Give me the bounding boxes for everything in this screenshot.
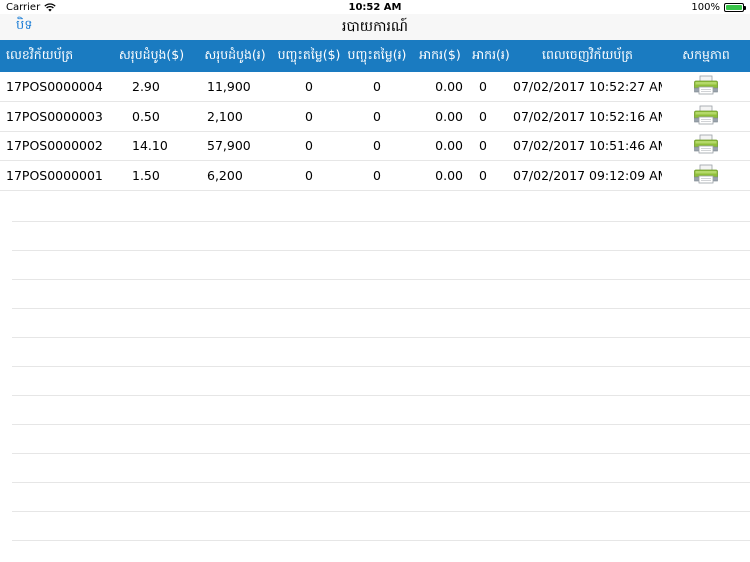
tax-usd-cell: 0.00	[411, 101, 469, 132]
discount-khr-cell: 0	[343, 101, 411, 132]
col-header-issued-at[interactable]: ពេលចេញវិក័យប័ត្រ	[513, 40, 662, 72]
invoice-cell: 17POS0000002	[0, 131, 108, 161]
table-row[interactable]: 17POS0000001 1.50 6,200 0 0 0.00 0 07/02/2017 0…	[0, 160, 750, 191]
empty-row	[12, 338, 750, 367]
empty-rows	[0, 193, 750, 541]
battery-tip	[744, 6, 746, 10]
action-cell	[662, 131, 750, 161]
nav-bar: បិទ របាយការណ៍	[0, 14, 750, 40]
invoice-cell: 17POS0000003	[0, 101, 108, 132]
table-row[interactable]: 17POS0000003 0.50 2,100 0 0 0.00 0 07/02/2017 1…	[0, 101, 750, 132]
subtotal-usd-cell: 0.50	[108, 101, 195, 132]
invoice-cell: 17POS0000001	[0, 160, 108, 191]
table-row[interactable]: 17POS0000004 2.90 11,900 0 0 0.00 0 07/02/2017 …	[0, 72, 750, 102]
action-cell	[662, 72, 750, 102]
col-header-subtotal-usd[interactable]: សរុបដំបូង($)	[108, 40, 195, 72]
empty-row	[12, 309, 750, 338]
action-cell	[662, 101, 750, 132]
subtotal-usd-cell: 2.90	[108, 72, 195, 102]
page-title: របាយការណ៍	[342, 19, 408, 35]
empty-row	[12, 425, 750, 454]
col-header-tax-usd[interactable]: អាករ($)	[411, 40, 469, 72]
action-cell	[662, 160, 750, 191]
tax-usd-cell: 0.00	[411, 72, 469, 102]
battery-icon	[724, 3, 746, 12]
battery-fill	[726, 5, 742, 10]
col-header-tax-khr[interactable]: អាករ(៛)	[469, 40, 513, 72]
issued-at-cell: 07/02/2017 09:12:09 AM	[513, 160, 662, 191]
discount-khr-cell: 0	[343, 72, 411, 102]
issued-at-cell: 07/02/2017 10:52:16 AM	[513, 101, 662, 132]
col-header-discount-usd[interactable]: បញ្ចុះតម្លៃ($)	[275, 40, 343, 72]
tax-usd-cell: 0.00	[411, 160, 469, 191]
invoice-cell: 17POS0000004	[0, 72, 108, 102]
subtotal-khr-cell: 2,100	[195, 101, 275, 132]
table-body: 17POS0000004 2.90 11,900 0 0 0.00 0 07/02/2017 …	[0, 72, 750, 191]
subtotal-usd-cell: 1.50	[108, 160, 195, 191]
empty-row	[12, 512, 750, 541]
discount-usd-cell: 0	[275, 131, 343, 161]
printer-icon[interactable]	[693, 134, 719, 157]
discount-usd-cell: 0	[275, 160, 343, 191]
status-time: 10:52 AM	[348, 2, 402, 13]
tax-khr-cell: 0	[469, 131, 513, 161]
tax-usd-cell: 0.00	[411, 131, 469, 161]
discount-usd-cell: 0	[275, 101, 343, 132]
printer-icon[interactable]	[693, 105, 719, 128]
discount-khr-cell: 0	[343, 160, 411, 191]
subtotal-khr-cell: 11,900	[195, 72, 275, 102]
battery-percent: 100%	[691, 2, 720, 13]
table-header: លេខវិក័យប័ត្រ សរុបដំបូង($) សរុបដំបូង(៛) …	[0, 40, 750, 72]
report-table: លេខវិក័យប័ត្រ សរុបដំបូង($) សរុបដំបូង(៛) …	[0, 40, 750, 191]
tax-khr-cell: 0	[469, 72, 513, 102]
discount-khr-cell: 0	[343, 131, 411, 161]
subtotal-khr-cell: 57,900	[195, 131, 275, 161]
issued-at-cell: 07/02/2017 10:51:46 AM	[513, 131, 662, 161]
subtotal-khr-cell: 6,200	[195, 160, 275, 191]
col-header-action[interactable]: សកម្មភាព	[662, 40, 750, 72]
tax-khr-cell: 0	[469, 101, 513, 132]
col-header-invoice[interactable]: លេខវិក័យប័ត្រ	[0, 40, 108, 72]
empty-row	[12, 222, 750, 251]
col-header-discount-khr[interactable]: បញ្ចុះតម្លៃ(៛)	[343, 40, 411, 72]
empty-row	[12, 251, 750, 280]
col-header-subtotal-khr[interactable]: សរុបដំបូង(៛)	[195, 40, 275, 72]
empty-row	[12, 193, 750, 222]
status-right: 100%	[691, 2, 746, 13]
printer-icon[interactable]	[693, 164, 719, 187]
issued-at-cell: 07/02/2017 10:52:27 AM	[513, 72, 662, 102]
empty-row	[12, 483, 750, 512]
empty-row	[12, 396, 750, 425]
empty-row	[12, 280, 750, 309]
printer-icon[interactable]	[693, 75, 719, 98]
subtotal-usd-cell: 14.10	[108, 131, 195, 161]
discount-usd-cell: 0	[275, 72, 343, 102]
empty-row	[12, 454, 750, 483]
table-row[interactable]: 17POS0000002 14.10 57,900 0 0 0.00 0 07/02/2017…	[0, 131, 750, 161]
empty-row	[12, 367, 750, 396]
tax-khr-cell: 0	[469, 160, 513, 191]
